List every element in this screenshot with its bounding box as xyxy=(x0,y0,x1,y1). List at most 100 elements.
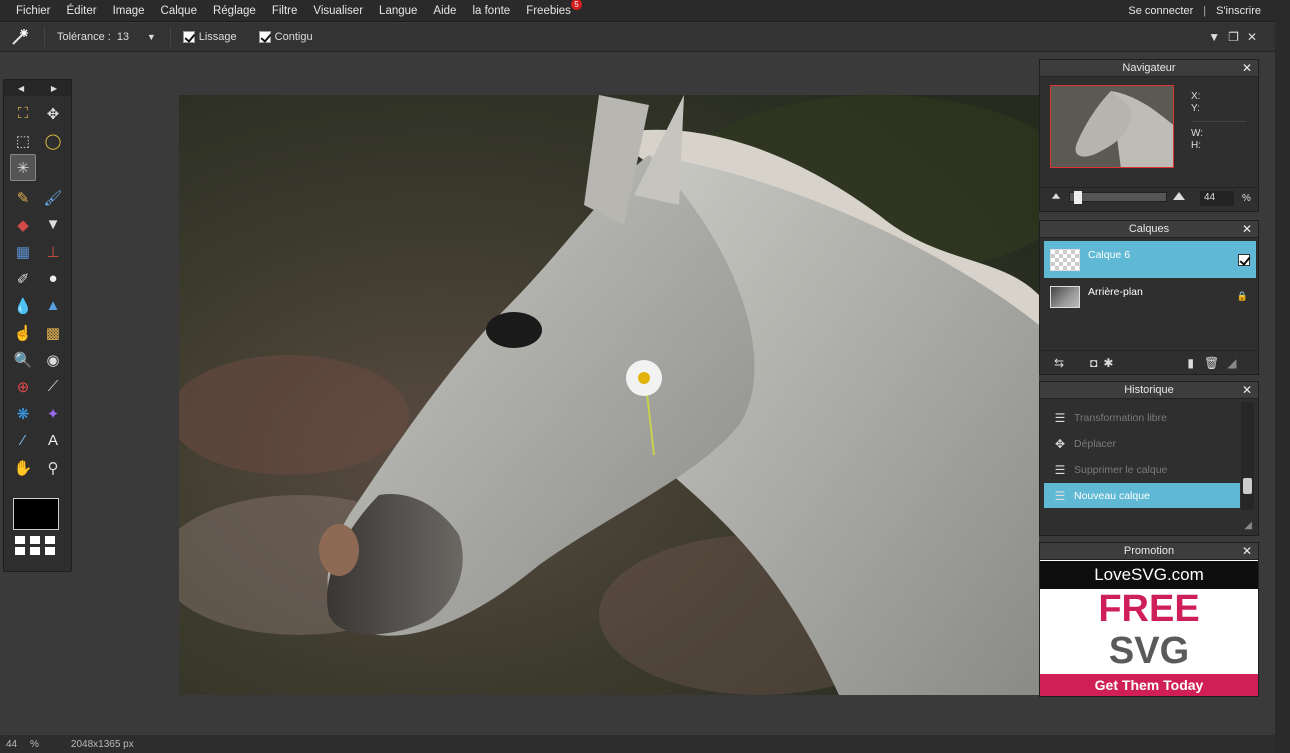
zoom-input[interactable]: 44 xyxy=(1200,191,1234,206)
page-scrollbar[interactable] xyxy=(1275,0,1290,753)
smoothing-check-icon[interactable] xyxy=(182,31,195,43)
color-replace-tool-icon[interactable]: ✐ xyxy=(10,265,36,292)
menu-file[interactable]: Fichier xyxy=(8,5,59,17)
foreground-color-swatch[interactable] xyxy=(13,498,59,530)
signup-link[interactable]: S'inscrire xyxy=(1216,5,1261,17)
history-scrollbar[interactable] xyxy=(1241,402,1254,510)
swatch-cell[interactable] xyxy=(45,536,55,544)
layer-name: Arrière-plan xyxy=(1088,285,1143,298)
resize-grip-icon[interactable]: ◢ xyxy=(1244,520,1252,531)
menu-freebies[interactable]: Freebies 5 xyxy=(518,0,582,17)
smudge-tool-icon[interactable]: ☝ xyxy=(10,319,36,346)
menu-language[interactable]: Langue xyxy=(371,5,425,17)
shape-tool-icon[interactable]: ● xyxy=(40,265,66,292)
image-canvas[interactable] xyxy=(179,95,1039,695)
brush-tool-icon[interactable]: 🖌 xyxy=(40,184,66,211)
history-scrollbar-thumb[interactable] xyxy=(1243,478,1252,494)
history-item-selected[interactable]: ☰ Nouveau calque xyxy=(1044,483,1240,508)
layer-row[interactable]: Arrière-plan 🔒 xyxy=(1044,278,1256,315)
red-eye-tool-icon[interactable]: ⊕ xyxy=(10,373,36,400)
swatch-cell[interactable] xyxy=(30,536,40,544)
clone-stamp-tool-icon[interactable]: ⊥ xyxy=(40,238,66,265)
promo-subhead[interactable]: SVG xyxy=(1040,629,1258,673)
layer-row[interactable]: Calque 6 xyxy=(1044,241,1256,278)
menu-filter[interactable]: Filtre xyxy=(264,5,306,17)
toolbox-collapse-left-icon[interactable]: ◀ xyxy=(18,84,24,93)
zoom-tool-icon[interactable]: ⚲ xyxy=(40,454,66,481)
promotion-header[interactable]: Promotion ✕ xyxy=(1040,543,1258,560)
chevron-down-icon[interactable]: ▼ xyxy=(1208,30,1220,44)
zoom-in-icon[interactable] xyxy=(1173,192,1185,200)
color-swatch-grid[interactable] xyxy=(15,536,55,555)
layers-header[interactable]: Calques ✕ xyxy=(1040,221,1258,238)
status-zoom-value[interactable]: 44 xyxy=(6,739,28,750)
zoom-slider-handle[interactable] xyxy=(1074,191,1082,204)
contiguous-checkbox[interactable]: Contigu xyxy=(258,31,313,43)
move-tool-icon[interactable]: ✥ xyxy=(40,100,66,127)
swatch-cell[interactable] xyxy=(30,547,40,555)
eraser-tool-icon[interactable]: ◆ xyxy=(10,211,36,238)
promo-cta-button[interactable]: Get Them Today xyxy=(1040,674,1258,696)
menu-font[interactable]: la fonte xyxy=(464,5,518,17)
hand-tool-icon[interactable]: ✋ xyxy=(10,454,36,481)
layer-styles-icon[interactable]: ✱ xyxy=(1103,356,1113,370)
pinch-tool-icon[interactable]: ✦ xyxy=(40,400,66,427)
bloat-tool-icon[interactable]: ❋ xyxy=(10,400,36,427)
layer-mask-icon[interactable]: ◘ xyxy=(1090,356,1097,370)
delete-layer-icon[interactable]: 🗑 xyxy=(1204,356,1219,370)
menu-view[interactable]: Visualiser xyxy=(305,5,371,17)
promo-logo[interactable]: LoveSVG.com xyxy=(1040,561,1258,589)
type-tool-icon[interactable]: A xyxy=(40,427,66,454)
sponge-tool-icon[interactable]: ▩ xyxy=(40,319,66,346)
tolerance-input[interactable]: 13 xyxy=(117,31,147,43)
close-icon[interactable]: ✕ xyxy=(1242,383,1252,397)
restore-window-icon[interactable]: ❐ xyxy=(1228,30,1239,44)
freebies-badge: 5 xyxy=(570,0,582,10)
close-icon[interactable]: ✕ xyxy=(1242,222,1252,236)
menu-help[interactable]: Aide xyxy=(425,5,464,17)
lasso-tool-icon[interactable]: ◯ xyxy=(40,127,66,154)
resize-grip-icon[interactable]: ◢ xyxy=(1227,356,1236,370)
contiguous-check-icon[interactable] xyxy=(258,31,271,43)
menu-adjust[interactable]: Réglage xyxy=(205,5,264,17)
zoom-slider[interactable] xyxy=(1069,191,1167,204)
promo-headline[interactable]: FREE xyxy=(1040,589,1258,629)
smoothing-checkbox[interactable]: Lissage xyxy=(182,31,237,43)
new-layer-icon[interactable]: ▮ xyxy=(1187,356,1194,370)
menu-edit[interactable]: Éditer xyxy=(59,5,105,17)
navigator-thumbnail[interactable] xyxy=(1050,85,1174,168)
toolbox-header[interactable]: ◀ ▶ xyxy=(4,80,71,96)
dodge-tool-icon[interactable]: 🔍 xyxy=(10,346,36,373)
menu-layer[interactable]: Calque xyxy=(153,5,205,17)
paint-bucket-tool-icon[interactable]: ▼ xyxy=(40,211,66,238)
navigator-header[interactable]: Navigateur ✕ xyxy=(1040,60,1258,77)
layer-visibility-checkbox[interactable] xyxy=(1238,253,1250,266)
swatch-cell[interactable] xyxy=(15,536,25,544)
burn-tool-icon[interactable]: ◉ xyxy=(40,346,66,373)
login-link[interactable]: Se connecter xyxy=(1128,5,1193,17)
magic-wand-tool-icon[interactable]: ✳ xyxy=(10,154,36,181)
swatch-cell[interactable] xyxy=(15,547,25,555)
zoom-out-icon[interactable] xyxy=(1051,193,1061,199)
layer-settings-icon[interactable]: ⇆ xyxy=(1054,356,1064,370)
blur-tool-icon[interactable]: 💧 xyxy=(10,292,36,319)
tolerance-dropdown-icon[interactable]: ▼ xyxy=(147,32,156,42)
swatch-cell[interactable] xyxy=(45,547,55,555)
history-item[interactable]: ✥ Déplacer xyxy=(1044,431,1240,456)
menu-image[interactable]: Image xyxy=(105,5,153,17)
close-icon[interactable]: ✕ xyxy=(1242,544,1252,558)
gradient-tool-icon[interactable]: ▦ xyxy=(10,238,36,265)
spot-heal-tool-icon[interactable]: ⟋ xyxy=(40,373,66,400)
pencil-tool-icon[interactable]: ✎ xyxy=(10,184,36,211)
history-item[interactable]: ☰ Transformation libre xyxy=(1044,405,1240,430)
toolbox-collapse-right-icon[interactable]: ▶ xyxy=(51,84,57,93)
sharpen-tool-icon[interactable]: ▲ xyxy=(40,292,66,319)
close-icon[interactable]: ✕ xyxy=(1242,61,1252,75)
crop-tool-icon[interactable]: ⛶ xyxy=(10,100,36,127)
color-picker-tool-icon[interactable]: ⁄ xyxy=(10,427,36,454)
history-header[interactable]: Historique ✕ xyxy=(1040,382,1258,399)
marquee-tool-icon[interactable]: ⬚ xyxy=(10,127,36,154)
history-item[interactable]: ☰ Supprimer le calque xyxy=(1044,457,1240,482)
menu-bar: Fichier Éditer Image Calque Réglage Filt… xyxy=(0,0,1275,22)
close-window-icon[interactable]: ✕ xyxy=(1247,30,1257,44)
